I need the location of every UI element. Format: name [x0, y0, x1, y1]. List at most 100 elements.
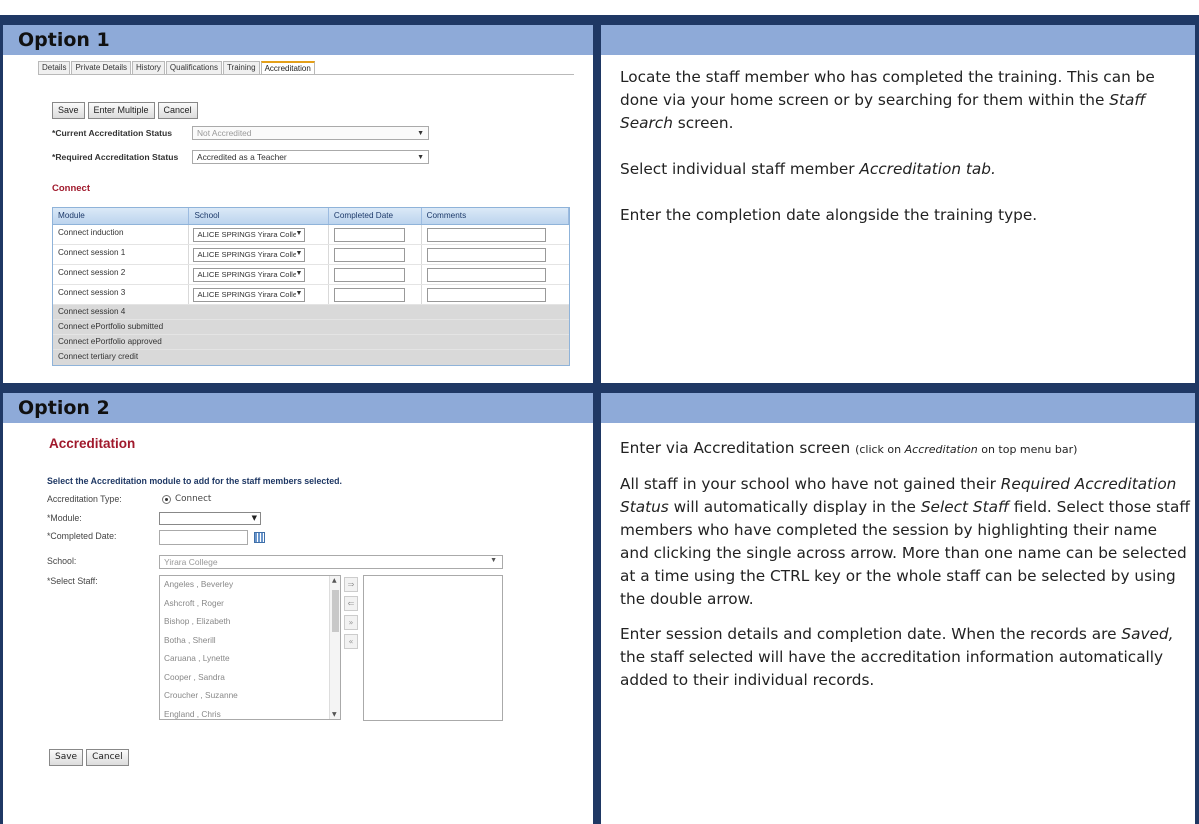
instruction-enter-via: Enter via Accreditation screen (click on…: [620, 439, 1078, 457]
option2-button-row: Save Cancel: [49, 749, 132, 766]
list-item[interactable]: England , Chris: [160, 706, 340, 720]
module-cell: Connect ePortfolio submitted: [53, 320, 190, 334]
option1-button-row: Save Enter Multiple Cancel: [52, 102, 201, 119]
list-item[interactable]: Botha , Sherill: [160, 632, 340, 651]
connect-grid: Module School Completed Date Comments Co…: [52, 207, 570, 366]
chevron-down-icon: ▼: [490, 557, 497, 564]
completed-date-input[interactable]: [333, 288, 405, 302]
comments-input[interactable]: [426, 248, 546, 262]
table-row: Connect session 2 ALICE SPRINGS Yirara C…: [53, 265, 569, 285]
accreditation-title: Accreditation: [49, 436, 136, 451]
enter-multiple-button[interactable]: Enter Multiple: [87, 102, 155, 119]
center-rule: [593, 15, 601, 824]
comments-input[interactable]: [426, 268, 546, 282]
accreditation-subtitle: Select the Accreditation module to add f…: [47, 476, 342, 486]
left-rule: [0, 15, 3, 824]
current-status-label: *Current Accreditation Status: [52, 128, 173, 138]
completed-date-input[interactable]: [333, 248, 405, 262]
tab-details[interactable]: Details: [38, 61, 71, 74]
type-radio-connect[interactable]: Connect: [162, 494, 211, 504]
module-cell: Connect induction: [53, 225, 190, 244]
option2-header-right: [601, 383, 1199, 423]
instruction-locate: Locate the staff member who has complete…: [620, 68, 1155, 132]
scroll-down-icon[interactable]: ▼: [332, 711, 337, 718]
move-all-right-button[interactable]: »: [344, 615, 358, 630]
tab-training[interactable]: Training: [222, 61, 260, 74]
option2-instructions: Enter via Accreditation screen (click on…: [620, 437, 1190, 704]
tab-history[interactable]: History: [132, 61, 165, 74]
school-select[interactable]: ALICE SPRINGS Yirara Colle ▼: [193, 268, 306, 282]
required-status-select[interactable]: Accredited as a Teacher ▼: [192, 150, 429, 164]
module-label: *Module:: [47, 513, 82, 523]
module-cell: Connect session 1: [53, 245, 190, 264]
table-row: Connect session 3 ALICE SPRINGS Yirara C…: [53, 285, 569, 305]
save-button[interactable]: Save: [49, 749, 84, 766]
instruction-enter-date: Enter the completion date alongside the …: [620, 206, 1038, 224]
module-cell: Connect session 3: [53, 285, 190, 304]
table-row: Connect induction ALICE SPRINGS Yirara C…: [53, 225, 569, 245]
tab-qualifications[interactable]: Qualifications: [165, 61, 222, 74]
option1-instructions: Locate the staff member who has complete…: [620, 66, 1190, 239]
list-item[interactable]: Angeles , Beverley: [160, 576, 340, 595]
instruction-select-tab: Select individual staff member Accredita…: [620, 160, 996, 178]
scroll-up-icon[interactable]: ▲: [332, 577, 337, 584]
tab-underline: [38, 74, 574, 75]
required-status-value: Accredited as a Teacher: [197, 152, 287, 162]
module-cell: Connect tertiary credit: [53, 350, 190, 365]
tab-accreditation[interactable]: Accreditation: [260, 61, 315, 74]
connect-section-title: Connect: [52, 183, 90, 194]
current-status-value: Not Accredited: [197, 128, 252, 138]
completed-date-input[interactable]: [333, 228, 405, 242]
list-scrollbar[interactable]: ▲ ▼: [329, 576, 340, 719]
list-item[interactable]: Bishop , Elizabeth: [160, 613, 340, 632]
school-select[interactable]: ALICE SPRINGS Yirara Colle ▼: [193, 288, 306, 302]
option2-header: Option 2: [0, 383, 593, 423]
selected-staff-list[interactable]: [363, 575, 503, 721]
radio-selected-icon: [162, 494, 171, 504]
cancel-button[interactable]: Cancel: [86, 749, 129, 766]
list-item[interactable]: Croucher , Suzanne: [160, 687, 340, 706]
list-item[interactable]: Ashcroft , Roger: [160, 595, 340, 614]
comments-input[interactable]: [426, 288, 546, 302]
list-item[interactable]: Caruana , Lynette: [160, 650, 340, 669]
document-frame: Option 1 Option 2 Details Private Detail…: [0, 0, 1199, 824]
option1-header-right: [601, 15, 1199, 55]
completed-date-input[interactable]: [159, 530, 248, 545]
completed-date-input[interactable]: [333, 268, 405, 282]
type-label: Accreditation Type:: [47, 494, 122, 504]
calendar-icon[interactable]: [254, 532, 265, 543]
table-row: Connect ePortfolio submitted: [53, 320, 569, 335]
move-left-button[interactable]: ⇐: [344, 596, 358, 611]
cancel-button[interactable]: Cancel: [157, 102, 198, 119]
table-row: Connect session 1 ALICE SPRINGS Yirara C…: [53, 245, 569, 265]
grid-header-completed-date: Completed Date: [329, 208, 422, 224]
scroll-thumb[interactable]: [332, 590, 339, 632]
school-select[interactable]: Yirara College ▼: [159, 555, 503, 569]
grid-header-school: School: [189, 208, 329, 224]
move-right-button[interactable]: ⇒: [344, 577, 358, 592]
chevron-down-icon: ▼: [295, 230, 303, 237]
module-cell: Connect session 4: [53, 305, 190, 319]
current-status-select[interactable]: Not Accredited ▼: [192, 126, 429, 140]
table-row: Connect tertiary credit: [53, 350, 569, 365]
school-select[interactable]: ALICE SPRINGS Yirara Colle ▼: [193, 228, 306, 242]
available-staff-list[interactable]: Angeles , Beverley Ashcroft , Roger Bish…: [159, 575, 341, 720]
save-button[interactable]: Save: [52, 102, 85, 119]
option2-title: Option 2: [18, 397, 110, 419]
table-row: Connect session 4: [53, 305, 569, 320]
module-select[interactable]: ▼: [159, 512, 261, 525]
chevron-down-icon: ▼: [295, 270, 303, 277]
school-select[interactable]: ALICE SPRINGS Yirara Colle ▼: [193, 248, 306, 262]
select-staff-label: *Select Staff:: [47, 576, 98, 586]
tab-private-details[interactable]: Private Details: [71, 61, 132, 74]
list-item[interactable]: Cooper , Sandra: [160, 669, 340, 688]
chevron-down-icon: ▼: [251, 514, 257, 522]
chevron-down-icon: ▼: [295, 290, 303, 297]
required-status-label: *Required Accreditation Status: [52, 152, 179, 162]
grid-header-comments: Comments: [422, 208, 569, 224]
chevron-down-icon: ▼: [417, 154, 424, 161]
comments-input[interactable]: [426, 228, 546, 242]
instruction-enter-session: Enter session details and completion dat…: [620, 625, 1174, 689]
move-all-left-button[interactable]: «: [344, 634, 358, 649]
grid-header-row: Module School Completed Date Comments: [53, 208, 569, 225]
